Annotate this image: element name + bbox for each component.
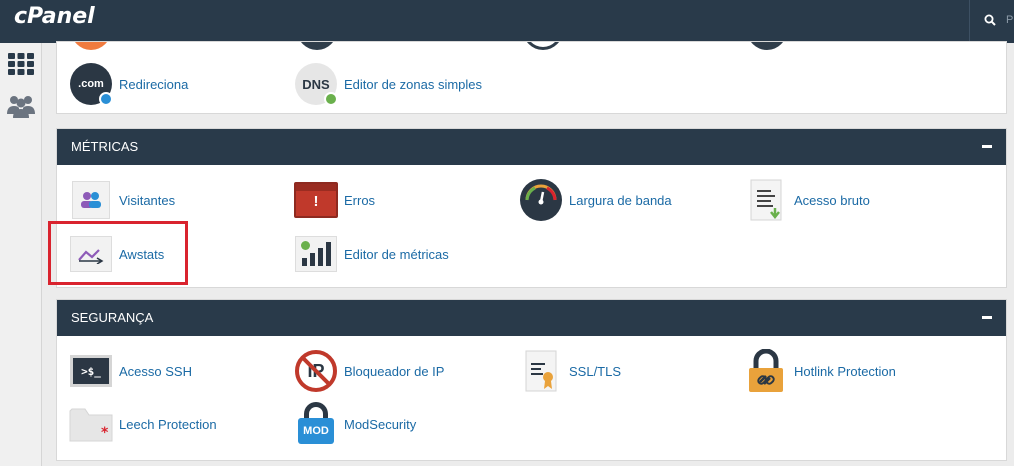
- highlight-box: [48, 221, 188, 285]
- metrics-editor-label: Editor de métricas: [344, 246, 449, 262]
- partial-icon: [747, 42, 787, 50]
- collapse-icon[interactable]: [982, 145, 992, 148]
- metrics-editor-item[interactable]: Editor de métricas: [294, 231, 449, 277]
- visitors-label: Visitantes: [119, 192, 176, 208]
- dotcom-icon: .com: [69, 62, 113, 106]
- ip-blocker-item[interactable]: IP Bloqueador de IP: [294, 348, 444, 394]
- errors-label: Erros: [344, 192, 376, 208]
- metrics-editor-icon: [294, 232, 338, 276]
- partial-icon: [71, 42, 111, 50]
- errors-icon: !: [294, 178, 338, 222]
- gauge-icon: [519, 178, 563, 222]
- search-icon: [984, 14, 996, 26]
- search-area[interactable]: P: [969, 0, 1014, 43]
- redirects-item[interactable]: .com Redireciona: [69, 61, 188, 107]
- partial-icon: [523, 42, 563, 50]
- raw-access-item[interactable]: Acesso bruto: [744, 177, 870, 223]
- cpanel-logo[interactable]: cPanel: [14, 4, 95, 29]
- leech-label: Leech Protection: [119, 416, 217, 432]
- errors-item[interactable]: ! Erros: [294, 177, 375, 223]
- search-placeholder: P: [1006, 14, 1014, 26]
- metrics-title: MÉTRICAS: [71, 139, 139, 154]
- hotlink-item[interactable]: Hotlink Protection: [744, 348, 896, 394]
- folder-icon: *: [69, 402, 113, 446]
- security-header[interactable]: SEGURANÇA: [57, 300, 1006, 336]
- ip-blocker-label: Bloqueador de IP: [344, 363, 445, 379]
- leech-item[interactable]: * Leech Protection: [69, 401, 217, 447]
- terminal-icon: >$_: [69, 349, 113, 393]
- top-bar: cPanel P: [0, 0, 1014, 43]
- partial-icon: [297, 42, 337, 50]
- padlock-icon: [744, 349, 788, 393]
- metrics-header[interactable]: MÉTRICAS: [57, 129, 1006, 165]
- security-title: SEGURANÇA: [71, 310, 154, 325]
- certificate-icon: [519, 349, 563, 393]
- sidebar: [0, 43, 42, 466]
- redirects-label: Redireciona: [119, 76, 189, 92]
- bandwidth-label: Largura de banda: [569, 192, 672, 208]
- mod-lock-icon: MOD: [294, 402, 338, 446]
- ssl-item[interactable]: SSL/TLS: [519, 348, 621, 394]
- collapse-icon[interactable]: [982, 316, 992, 319]
- metrics-panel: MÉTRICAS Visitantes ! Erros Largura de b…: [56, 128, 1007, 288]
- modsecurity-item[interactable]: MOD ModSecurity: [294, 401, 416, 447]
- users-icon[interactable]: [7, 93, 35, 119]
- ip-blocker-icon: IP: [294, 349, 338, 393]
- bandwidth-item[interactable]: Largura de banda: [519, 177, 672, 223]
- raw-access-label: Acesso bruto: [794, 192, 870, 208]
- modsecurity-label: ModSecurity: [344, 416, 417, 432]
- ssh-label: Acesso SSH: [119, 363, 192, 379]
- domains-panel: .com Redireciona DNS Editor de zonas sim…: [56, 41, 1007, 114]
- grid-icon[interactable]: [7, 51, 35, 77]
- ssh-item[interactable]: >$_ Acesso SSH: [69, 348, 192, 394]
- zone-editor-label: Editor de zonas simples: [344, 76, 483, 92]
- security-panel: SEGURANÇA >$_ Acesso SSH IP Bloqueador d…: [56, 299, 1007, 461]
- visitors-icon: [69, 178, 113, 222]
- zone-editor-item[interactable]: DNS Editor de zonas simples: [294, 61, 482, 107]
- svg-text:*: *: [101, 425, 109, 441]
- hotlink-label: Hotlink Protection: [794, 363, 896, 379]
- raw-access-icon: [744, 178, 788, 222]
- ssl-label: SSL/TLS: [569, 363, 622, 379]
- dns-icon: DNS: [294, 62, 338, 106]
- visitors-item[interactable]: Visitantes: [69, 177, 175, 223]
